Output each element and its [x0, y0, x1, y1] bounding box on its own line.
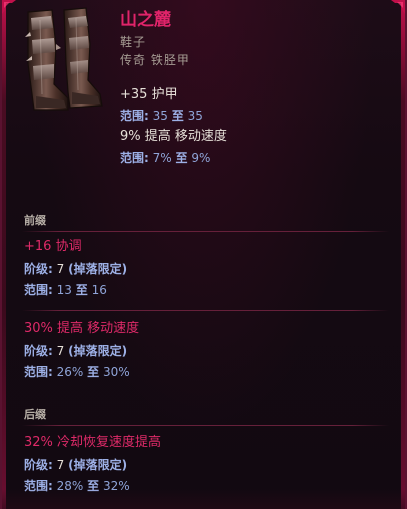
affix-tier: 阶级: 7 (掉落限定) — [24, 258, 127, 280]
tier-label: 阶级: — [24, 262, 53, 276]
affix-range: 范围: 26% 至 30% — [24, 362, 139, 382]
range-connector: 至 — [75, 283, 88, 297]
range-connector: 至 — [87, 365, 100, 379]
item-name: 山之麓 — [120, 10, 171, 30]
range-label: 范围: — [120, 151, 149, 165]
affix-name: 32% 冷却恢复速度提高 — [24, 435, 162, 450]
range-min: 35 — [152, 109, 168, 123]
prefix-divider — [22, 231, 389, 232]
tier-note: (掉落限定) — [68, 458, 128, 472]
range-label: 范围: — [24, 365, 53, 379]
affix-divider — [22, 310, 389, 311]
tier-value: 7 — [56, 458, 65, 472]
move-speed-stat: 9% 提高 移动速度 — [120, 129, 227, 144]
affix-name: 30% 提高 移动速度 — [24, 321, 140, 336]
tier-note: (掉落限定) — [68, 262, 128, 276]
range-min: 13 — [56, 283, 72, 297]
affix-tier: 阶级: 7 (掉落限定) — [24, 340, 139, 362]
item-type: 鞋子 — [120, 35, 147, 49]
tier-label: 阶级: — [24, 458, 53, 472]
tier-note: (掉落限定) — [68, 344, 128, 358]
item-header: 山之麓 鞋子 传奇 铁胫甲 — [120, 10, 190, 69]
tier-label: 阶级: — [24, 344, 53, 358]
armor-range: 范围: 35 至 35 — [120, 106, 227, 126]
frame-border-left — [2, 0, 6, 509]
range-max: 35 — [187, 109, 203, 123]
range-connector: 至 — [171, 109, 184, 123]
affix-name: +16 协调 — [24, 239, 82, 254]
range-max: 16 — [91, 283, 107, 297]
base-stats: +35 护甲 范围: 35 至 35 9% 提高 移动速度 范围: 7% 至 9… — [120, 84, 227, 168]
range-min: 26% — [56, 365, 84, 379]
affix-tier: 阶级: 7 (掉落限定) — [24, 454, 161, 476]
move-speed-range: 范围: 7% 至 9% — [120, 148, 227, 168]
frame-border-right — [401, 0, 405, 509]
item-tooltip: 山之麓 鞋子 传奇 铁胫甲 +35 护甲 范围: 35 至 35 9% 提高 移… — [0, 0, 407, 509]
prefix-title: 前缀 — [24, 214, 46, 227]
range-max: 9% — [191, 151, 211, 165]
suffix-affix-1: 32% 冷却恢复速度提高 阶级: 7 (掉落限定) 范围: 28% 至 32% — [24, 432, 161, 496]
boots-icon — [25, 7, 103, 111]
prefix-affix-1: +16 协调 阶级: 7 (掉落限定) 范围: 13 至 16 — [24, 236, 127, 300]
range-connector: 至 — [175, 151, 188, 165]
range-max: 30% — [102, 365, 130, 379]
suffix-divider — [22, 425, 389, 426]
affix-range: 范围: 13 至 16 — [24, 280, 127, 300]
range-min: 7% — [152, 151, 172, 165]
range-label: 范围: — [24, 283, 53, 297]
range-label: 范围: — [120, 109, 149, 123]
item-rarity: 传奇 铁胫甲 — [120, 53, 190, 67]
prefix-affix-2: 30% 提高 移动速度 阶级: 7 (掉落限定) 范围: 26% 至 30% — [24, 318, 139, 382]
suffix-title: 后缀 — [24, 408, 46, 421]
armor-stat: +35 护甲 — [120, 87, 178, 102]
tier-value: 7 — [56, 262, 65, 276]
bottom-fade — [2, 489, 405, 509]
corner-ornament-right-icon — [391, 0, 405, 14]
tier-value: 7 — [56, 344, 65, 358]
